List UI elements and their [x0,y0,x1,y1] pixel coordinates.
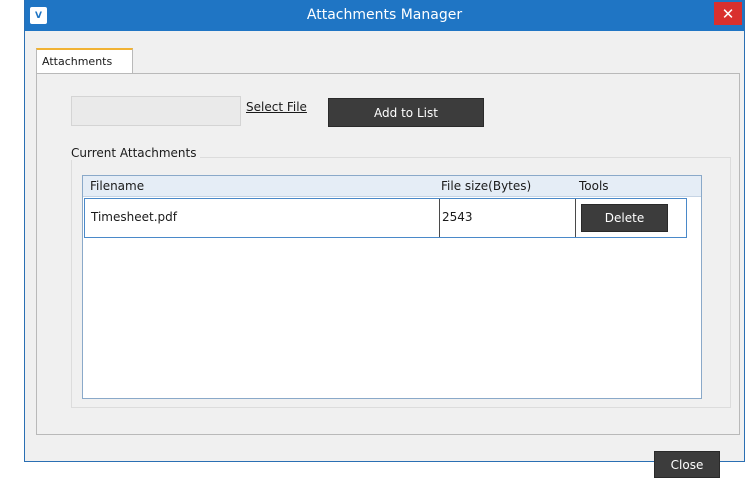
file-size-cell: 2543 [442,210,473,224]
column-header-tools[interactable]: Tools [579,179,609,193]
attachments-manager-window: V Attachments Manager ✕ Attachments Sele… [24,0,745,478]
close-icon[interactable]: ✕ [714,2,742,25]
add-to-list-button[interactable]: Add to List [328,98,484,127]
select-file-link[interactable]: Select File [246,100,307,114]
table-header: Filename File size(Bytes) Tools [83,176,701,197]
column-header-file-size[interactable]: File size(Bytes) [441,179,531,193]
column-divider [439,199,440,237]
tab-strip: Attachments [36,48,740,74]
attachments-tab-panel: Select File Add to List Current Attachme… [36,73,740,435]
column-header-filename[interactable]: Filename [90,179,144,193]
table-scroll-area[interactable] [687,198,701,398]
current-attachments-legend: Current Attachments [67,146,201,160]
selected-file-field[interactable] [71,96,241,126]
table-row[interactable]: Timesheet.pdf 2543 Delete [84,198,687,238]
delete-button[interactable]: Delete [581,204,668,232]
column-divider [575,199,576,237]
title-bar[interactable]: V Attachments Manager ✕ [25,0,744,31]
window-title: Attachments Manager [306,7,463,23]
filename-cell: Timesheet.pdf [91,210,177,224]
tab-attachments[interactable]: Attachments [36,48,133,74]
attachments-table: Filename File size(Bytes) Tools Timeshee… [82,175,702,399]
close-button[interactable]: Close [654,451,720,478]
